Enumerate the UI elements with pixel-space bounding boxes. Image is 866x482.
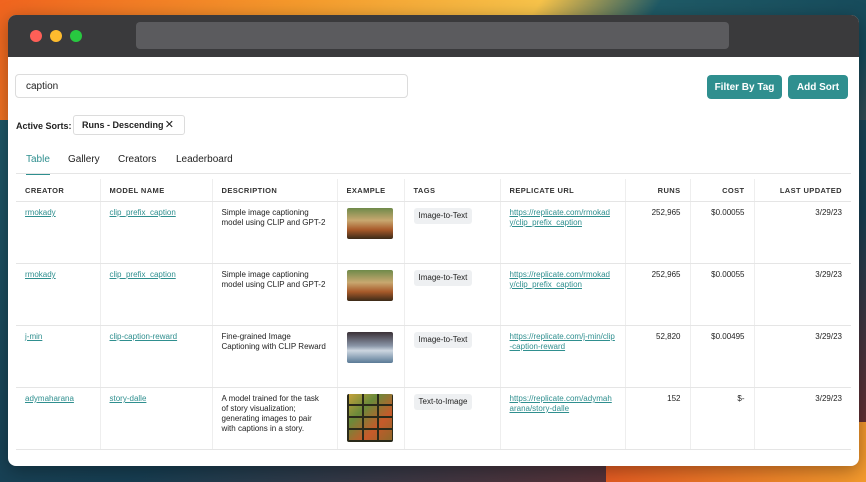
header-example[interactable]: EXAMPLE: [337, 179, 405, 202]
replicate-url-link[interactable]: https://replicate.com/j-min/clip-caption…: [510, 332, 615, 351]
model-link[interactable]: clip_prefix_caption: [110, 208, 176, 217]
close-icon[interactable]: ✕: [165, 116, 174, 134]
tab-gallery[interactable]: Gallery: [68, 153, 100, 173]
tab-leaderboard[interactable]: Leaderboard: [176, 153, 233, 173]
header-runs[interactable]: RUNS: [625, 179, 691, 202]
runs-cell: 52,820: [625, 325, 691, 388]
header-last-updated[interactable]: LAST UPDATED: [754, 179, 851, 202]
description-cell: A model trained for the task of story vi…: [212, 387, 338, 450]
example-image[interactable]: [346, 208, 393, 239]
filter-by-tag-button[interactable]: Filter By Tag: [707, 75, 782, 99]
model-link[interactable]: clip-caption-reward: [110, 332, 178, 341]
tag-badge: Image-to-Text: [413, 332, 473, 348]
table-row: j-min clip-caption-reward Fine-grained I…: [16, 325, 851, 388]
models-table: CREATOR MODEL NAME DESCRIPTION EXAMPLE T…: [16, 179, 851, 450]
updated-cell: 3/29/23: [754, 325, 851, 388]
runs-cell: 252,965: [625, 263, 691, 326]
table-row: adymaharana story-dalle A model trained …: [16, 387, 851, 450]
runs-cell: 252,965: [625, 201, 691, 264]
browser-window: Filter By Tag Add Sort Active Sorts: Run…: [8, 15, 859, 466]
creator-link[interactable]: rmokady: [25, 208, 56, 217]
description-cell: Fine-grained Image Captioning with CLIP …: [212, 325, 338, 388]
tabs-divider: [16, 173, 851, 174]
minimize-window-button[interactable]: [50, 30, 62, 42]
header-model-name[interactable]: MODEL NAME: [100, 179, 213, 202]
cost-cell: $0.00495: [690, 325, 755, 388]
close-window-button[interactable]: [30, 30, 42, 42]
header-creator[interactable]: CREATOR: [16, 179, 101, 202]
header-tags[interactable]: TAGS: [404, 179, 501, 202]
creator-link[interactable]: j-min: [25, 332, 42, 341]
cost-cell: $0.00055: [690, 263, 755, 326]
model-link[interactable]: story-dalle: [110, 394, 147, 403]
description-cell: Simple image captioning model using CLIP…: [212, 263, 338, 326]
title-bar: [8, 15, 859, 57]
description-cell: Simple image captioning model using CLIP…: [212, 201, 338, 264]
sort-chip-label: Runs - Descending: [82, 120, 164, 130]
header-description[interactable]: DESCRIPTION: [212, 179, 338, 202]
cost-cell: $0.00055: [690, 201, 755, 264]
runs-cell: 152: [625, 387, 691, 450]
maximize-window-button[interactable]: [70, 30, 82, 42]
creator-link[interactable]: rmokady: [25, 270, 56, 279]
table-row: rmokady clip_prefix_caption Simple image…: [16, 263, 851, 326]
header-replicate-url[interactable]: REPLICATE URL: [500, 179, 626, 202]
updated-cell: 3/29/23: [754, 263, 851, 326]
address-bar[interactable]: [136, 22, 729, 49]
creator-link[interactable]: adymaharana: [25, 394, 74, 403]
model-link[interactable]: clip_prefix_caption: [110, 270, 176, 279]
cost-cell: $-: [690, 387, 755, 450]
replicate-url-link[interactable]: https://replicate.com/rmokady/clip_prefi…: [510, 208, 610, 227]
example-image[interactable]: [346, 332, 393, 363]
updated-cell: 3/29/23: [754, 201, 851, 264]
example-image[interactable]: [346, 394, 393, 442]
replicate-url-link[interactable]: https://replicate.com/rmokady/clip_prefi…: [510, 270, 610, 289]
sort-chip[interactable]: Runs - Descending ✕: [73, 115, 185, 135]
tab-table[interactable]: Table: [26, 153, 50, 175]
page-content: Filter By Tag Add Sort Active Sorts: Run…: [8, 57, 859, 466]
table-row: rmokady clip_prefix_caption Simple image…: [16, 201, 851, 264]
active-sorts-label: Active Sorts:: [16, 121, 72, 131]
add-sort-button[interactable]: Add Sort: [788, 75, 848, 99]
tab-creators[interactable]: Creators: [118, 153, 156, 173]
replicate-url-link[interactable]: https://replicate.com/adymaharana/story-…: [510, 394, 612, 413]
example-image[interactable]: [346, 270, 393, 301]
table-header-row: CREATOR MODEL NAME DESCRIPTION EXAMPLE T…: [16, 179, 851, 202]
tag-badge: Text-to-Image: [413, 394, 473, 410]
header-cost[interactable]: COST: [690, 179, 755, 202]
updated-cell: 3/29/23: [754, 387, 851, 450]
tag-badge: Image-to-Text: [413, 270, 473, 286]
tag-badge: Image-to-Text: [413, 208, 473, 224]
search-input[interactable]: [15, 74, 408, 98]
